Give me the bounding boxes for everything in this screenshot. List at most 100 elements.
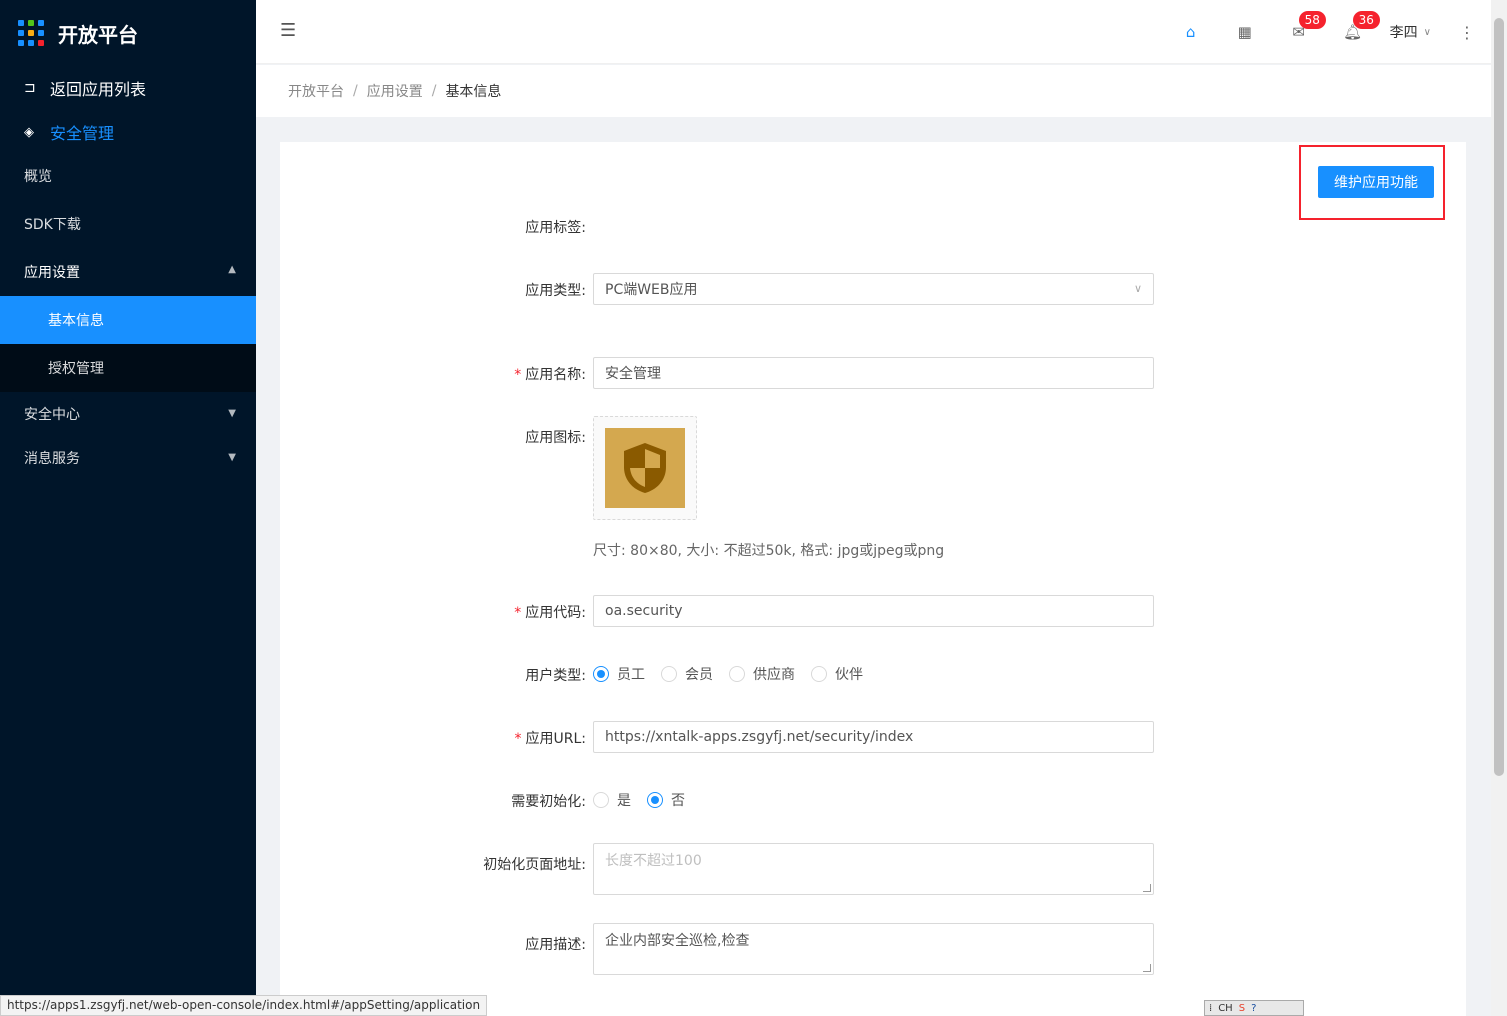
home-icon[interactable]: ⌂ — [1164, 0, 1218, 64]
radio-partner[interactable]: 伙伴 — [811, 664, 863, 684]
mail-icon[interactable]: ✉ 58 — [1272, 0, 1326, 64]
radio-dot — [593, 792, 609, 808]
icon-upload-area: 尺寸: 80×80, 大小: 不超过50k, 格式: jpg或jpeg或png — [593, 416, 1154, 560]
app-icon-image — [605, 428, 685, 508]
sidebar-item-basic-info[interactable]: 基本信息 — [0, 296, 256, 344]
sidebar-item-sdk[interactable]: SDK下载 — [0, 200, 256, 248]
url-label: * 应用URL: — [515, 728, 587, 748]
required-mark: * — [514, 731, 522, 747]
sidebar: 开放平台 ⊐ 返回应用列表 ◈ 安全管理 概览 SDK下载 应用设置 ▲ 基本信… — [0, 0, 256, 1016]
radio-dot — [661, 666, 677, 682]
ime-language: CH — [1218, 1002, 1233, 1014]
back-to-app-list[interactable]: ⊐ 返回应用列表 — [0, 66, 256, 110]
radio-label: 供应商 — [753, 667, 795, 683]
bell-icon[interactable]: 🔔︎ 36 — [1326, 0, 1380, 64]
user-type-label: 用户类型: — [525, 668, 586, 684]
ime-logo-icon: S — [1238, 1002, 1246, 1014]
sidebar-item-label: SDK下载 — [24, 217, 81, 233]
init-page-placeholder: 长度不超过100 — [605, 853, 702, 869]
breadcrumb-item[interactable]: 应用设置 — [367, 81, 423, 101]
name-label: * 应用名称: — [514, 364, 586, 384]
help-icon: ? — [1251, 1002, 1257, 1014]
user-name: 李四 — [1389, 25, 1418, 41]
ime-grip-icon: ⁞ — [1209, 1002, 1213, 1014]
app-settings-submenu: 基本信息 授权管理 — [0, 296, 256, 392]
breadcrumb-separator: / — [353, 83, 358, 99]
breadcrumb-separator: / — [431, 83, 437, 99]
sidebar-item-message-service[interactable]: 消息服务 ▼ — [0, 436, 256, 480]
init-label: 需要初始化: — [511, 794, 586, 810]
current-app[interactable]: ◈ 安全管理 — [0, 110, 256, 154]
back-label: 返回应用列表 — [50, 80, 147, 99]
app-type-value: PC端WEB应用 — [593, 273, 1154, 305]
radio-employee[interactable]: 员工 — [593, 664, 645, 684]
menu-fold-icon[interactable]: ☰ — [280, 20, 300, 41]
more-vertical-icon[interactable]: ⋮ — [1443, 0, 1491, 64]
chevron-down-icon: ▼ — [228, 452, 236, 463]
sidebar-item-auth-management[interactable]: 授权管理 — [0, 344, 256, 392]
required-mark: * — [514, 605, 522, 621]
code-label: * 应用代码: — [514, 602, 586, 622]
back-icon: ⊐ — [24, 80, 36, 96]
app-url-input[interactable]: https://xntalk-apps.zsgyfj.net/security/… — [593, 721, 1154, 753]
user-menu[interactable]: 李四 ∨ — [1380, 0, 1443, 64]
init-page-field: 长度不超过100 — [593, 843, 1154, 895]
app-code-input[interactable]: oa.security — [593, 595, 1154, 627]
url-label-text: 应用URL: — [525, 731, 587, 747]
radio-member[interactable]: 会员 — [661, 664, 713, 684]
chevron-down-icon: ∨ — [1133, 282, 1142, 295]
radio-init-yes[interactable]: 是 — [593, 790, 631, 810]
radio-supplier[interactable]: 供应商 — [729, 664, 795, 684]
resize-handle-icon[interactable] — [1143, 964, 1151, 972]
app-desc-value: 企业内部安全巡检,检查 — [605, 933, 750, 949]
apps-grid-icon[interactable]: ▦ — [1218, 0, 1272, 64]
radio-label: 伙伴 — [835, 667, 863, 683]
radio-label: 员工 — [617, 667, 645, 683]
logo[interactable]: 开放平台 — [0, 0, 256, 66]
sidebar-item-security-center[interactable]: 安全中心 ▼ — [0, 392, 256, 436]
tag-label: 应用标签: — [525, 220, 586, 236]
sidebar-item-label: 安全中心 — [24, 407, 80, 423]
breadcrumb: 开放平台 / 应用设置 / 基本信息 — [256, 65, 1491, 117]
status-bar-url: https://apps1.zsgyfj.net/web-open-consol… — [0, 995, 488, 1016]
resize-handle-icon[interactable] — [1143, 884, 1151, 892]
radio-label: 否 — [671, 793, 685, 809]
scroll-thumb[interactable] — [1494, 18, 1504, 776]
init-page-label: 初始化页面地址: — [483, 857, 586, 873]
radio-dot — [811, 666, 827, 682]
app-code-value: oa.security — [593, 595, 1154, 627]
app-desc-textarea[interactable]: 企业内部安全巡检,检查 — [593, 923, 1154, 975]
init-page-textarea[interactable]: 长度不超过100 — [593, 843, 1154, 895]
sidebar-item-label: 基本信息 — [48, 313, 104, 329]
page-scrollbar[interactable] — [1491, 0, 1507, 1016]
app-desc-field: 企业内部安全巡检,检查 — [593, 923, 1154, 975]
mail-badge: 58 — [1298, 11, 1326, 29]
breadcrumb-current: 基本信息 — [445, 84, 502, 100]
chevron-up-icon: ▲ — [228, 264, 236, 275]
layers-icon: ◈ — [24, 124, 34, 140]
app-type-select[interactable]: PC端WEB应用 ∨ — [593, 273, 1154, 305]
icon-upload[interactable] — [593, 416, 697, 520]
maintain-app-functions-button[interactable]: 维护应用功能 — [1318, 166, 1434, 198]
init-radio-group: 是 否 — [593, 784, 1154, 816]
sidebar-item-overview[interactable]: 概览 — [0, 152, 256, 200]
name-label-text: 应用名称: — [525, 367, 586, 383]
required-mark: * — [514, 367, 522, 383]
app-url-value: https://xntalk-apps.zsgyfj.net/security/… — [593, 721, 1154, 753]
ime-toolbar[interactable]: ⁞ CH S ? — [1204, 1000, 1304, 1016]
radio-label: 是 — [617, 793, 631, 809]
radio-label: 会员 — [685, 667, 713, 683]
sidebar-item-label: 概览 — [24, 169, 52, 185]
app-title: 开放平台 — [58, 22, 138, 47]
radio-init-no[interactable]: 否 — [647, 790, 685, 810]
logo-grid-icon — [18, 20, 44, 46]
sidebar-item-app-settings[interactable]: 应用设置 ▲ — [0, 248, 256, 296]
user-type-radio-group: 员工 会员 供应商 伙伴 — [593, 658, 1154, 690]
breadcrumb-item[interactable]: 开放平台 — [288, 81, 344, 101]
header-actions: ⌂ ▦ ✉ 58 🔔︎ 36 李四 ∨ ⋮ — [1164, 0, 1491, 64]
radio-dot — [593, 666, 609, 682]
chevron-down-icon: ∨ — [1423, 26, 1431, 38]
app-name-input[interactable]: 安全管理 — [593, 357, 1154, 389]
sidebar-item-label: 应用设置 — [24, 265, 80, 281]
notice-badge: 36 — [1352, 11, 1380, 29]
